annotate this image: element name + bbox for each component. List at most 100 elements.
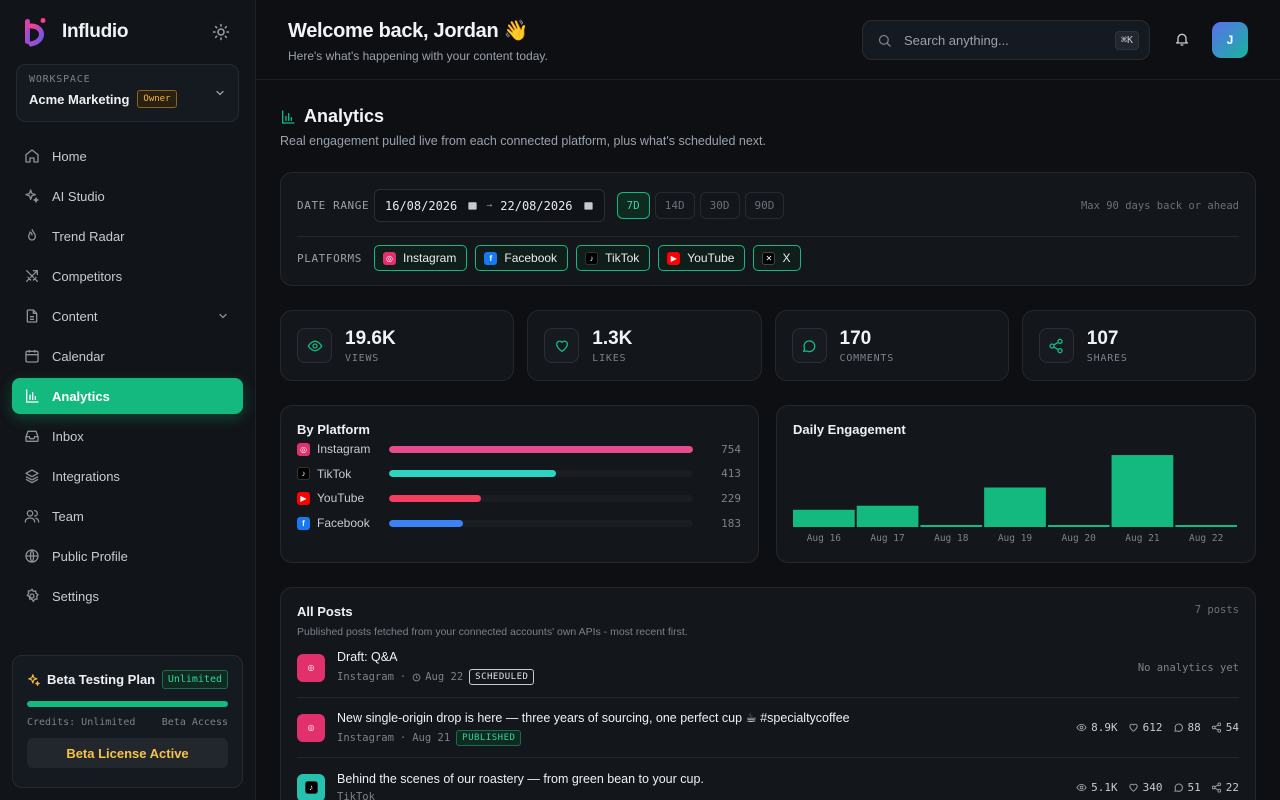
bell-icon[interactable] <box>1174 31 1190 47</box>
posts-count: 7 posts <box>1194 604 1239 616</box>
platform-chip-instagram[interactable]: ◎ Instagram <box>374 245 468 271</box>
sidebar-item-label: Settings <box>52 588 99 604</box>
post-title: Draft: Q&A <box>337 650 398 664</box>
instagram-icon: ◎ <box>304 661 318 674</box>
sidebar-item-label: Analytics <box>52 388 110 404</box>
sidebar-item-content[interactable]: Content <box>12 298 243 334</box>
search-input[interactable] <box>904 32 1115 48</box>
sidebar-item-ai-studio[interactable]: AI Studio <box>12 178 243 214</box>
post-row[interactable]: ◎ New single-origin drop is here — three… <box>297 698 1239 758</box>
platform-chip-youtube[interactable]: ▶ YouTube <box>658 245 746 271</box>
eye-icon <box>307 340 322 351</box>
eye-icon <box>1076 783 1087 792</box>
platform-bar <box>389 445 693 453</box>
post-date: Aug 21 <box>412 731 451 744</box>
x-icon: ✕ <box>762 251 776 265</box>
sidebar-item-calendar[interactable]: Calendar <box>12 338 243 374</box>
stat-value: 170 <box>839 327 872 349</box>
posts-subtitle: Published posts fetched from your connec… <box>297 626 688 638</box>
platform-row-facebook: f Facebook 183 <box>297 511 742 536</box>
post-views: 8.9K <box>1091 721 1118 734</box>
platform-value: 229 <box>721 491 741 505</box>
layers-icon <box>25 469 39 484</box>
sidebar-item-home[interactable]: Home <box>12 138 243 174</box>
share-icon <box>1049 338 1063 353</box>
search-box[interactable]: ⌘K <box>862 20 1150 60</box>
date-from[interactable]: 16/08/2026 <box>385 199 457 213</box>
sun-icon[interactable] <box>212 23 230 41</box>
date-range-picker[interactable]: 16/08/2026 → 22/08/2026 <box>374 189 605 222</box>
post-comments: 51 <box>1187 781 1201 794</box>
stat-label: SHARES <box>1086 352 1128 364</box>
platform-row-youtube: ▶ YouTube 229 <box>297 486 742 511</box>
workspace-switcher[interactable]: WORKSPACE Acme Marketing Owner <box>16 64 239 122</box>
brand-logo-icon <box>25 18 46 47</box>
daily-tick-label: Aug 18 <box>934 533 969 544</box>
platforms-label: PLATFORMS <box>297 251 363 265</box>
platform-chip-label: X <box>782 251 791 265</box>
divider <box>297 236 1239 237</box>
home-icon <box>25 149 39 163</box>
sidebar-item-trend-radar[interactable]: Trend Radar <box>12 218 243 254</box>
bar-chart-icon <box>282 109 295 124</box>
by-platform-title: By Platform <box>297 422 370 437</box>
search-icon <box>878 34 891 47</box>
tiktok-icon: ♪ <box>304 781 318 794</box>
sidebar-item-label: Trend Radar <box>52 228 125 244</box>
comment-icon <box>1173 723 1183 732</box>
platform-chip-x[interactable]: ✕ X <box>753 245 802 271</box>
daily-tick-label: Aug 21 <box>1125 533 1160 544</box>
youtube-icon: ▶ <box>667 251 681 265</box>
flame-icon <box>27 229 36 241</box>
users-icon <box>24 510 40 523</box>
stat-shares: 107 SHARES <box>1021 310 1256 381</box>
sidebar-item-label: Calendar <box>52 348 105 364</box>
daily-tick-label: Aug 19 <box>998 533 1033 544</box>
sidebar-item-competitors[interactable]: Competitors <box>12 258 243 294</box>
post-title: New single-origin drop is here — three y… <box>337 710 850 725</box>
clock-icon <box>412 673 421 681</box>
sidebar-item-team[interactable]: Team <box>12 498 243 534</box>
tiktok-icon: ♪ <box>585 251 599 265</box>
page-title: Analytics <box>304 106 385 126</box>
gear-icon <box>26 588 39 603</box>
heart-icon <box>1128 783 1138 792</box>
sidebar-item-integrations[interactable]: Integrations <box>12 458 243 494</box>
sidebar-item-inbox[interactable]: Inbox <box>12 418 243 454</box>
app-root: Infludio WORKSPACE Acme Marketing Owner … <box>0 0 1280 800</box>
stat-value: 19.6K <box>345 327 396 349</box>
post-platform: TikTok <box>337 791 375 800</box>
platform-chip-label: YouTube <box>687 251 735 265</box>
avatar[interactable]: J <box>1212 22 1248 58</box>
daily-bar-aug-18 <box>920 524 983 527</box>
daily-bar-aug-16 <box>793 509 855 527</box>
license-button[interactable]: Beta License Active <box>27 738 228 768</box>
date-to[interactable]: 22/08/2026 <box>500 199 572 213</box>
platform-chip-tiktok[interactable]: ♪ TikTok <box>576 245 651 271</box>
stat-value: 1.3K <box>592 327 633 349</box>
calendar-icon <box>583 202 593 210</box>
stats-row: 19.6K VIEWS 1.3K LIKES 170 COMMENTS 107 SHAR… <box>280 310 1256 381</box>
eye-icon <box>1076 723 1087 732</box>
range-button-30d[interactable]: 30D <box>699 192 740 219</box>
workspace-label: WORKSPACE <box>29 74 91 85</box>
stat-value: 107 <box>1086 327 1119 349</box>
sidebar-item-analytics[interactable]: Analytics <box>12 378 243 414</box>
sidebar-item-label: Integrations <box>52 468 120 484</box>
post-row[interactable]: ◎ Draft: Q&A Instagram · Aug 22 SCHEDULE… <box>297 638 1239 698</box>
range-button-90d[interactable]: 90D <box>744 192 785 219</box>
stat-label: COMMENTS <box>839 352 895 364</box>
platform-chip-facebook[interactable]: f Facebook <box>475 245 569 271</box>
platform-name: Instagram <box>317 442 371 457</box>
post-date: Aug 22 <box>425 671 464 683</box>
sidebar-item-settings[interactable]: Settings <box>12 578 243 614</box>
sidebar-item-public-profile[interactable]: Public Profile <box>12 538 243 574</box>
post-row[interactable]: ♪ Behind the scenes of our roastery — fr… <box>297 758 1239 800</box>
range-buttons: 7D 14D 30D 90D <box>616 192 790 219</box>
range-button-14d[interactable]: 14D <box>654 192 695 219</box>
sidebar-item-label: AI Studio <box>52 188 105 204</box>
topbar: Welcome back, Jordan 👋 Here's what's hap… <box>256 0 1280 80</box>
no-analytics-text: No analytics yet <box>1137 661 1239 674</box>
chevron-down-icon <box>216 90 224 96</box>
range-button-7d[interactable]: 7D <box>616 192 650 219</box>
